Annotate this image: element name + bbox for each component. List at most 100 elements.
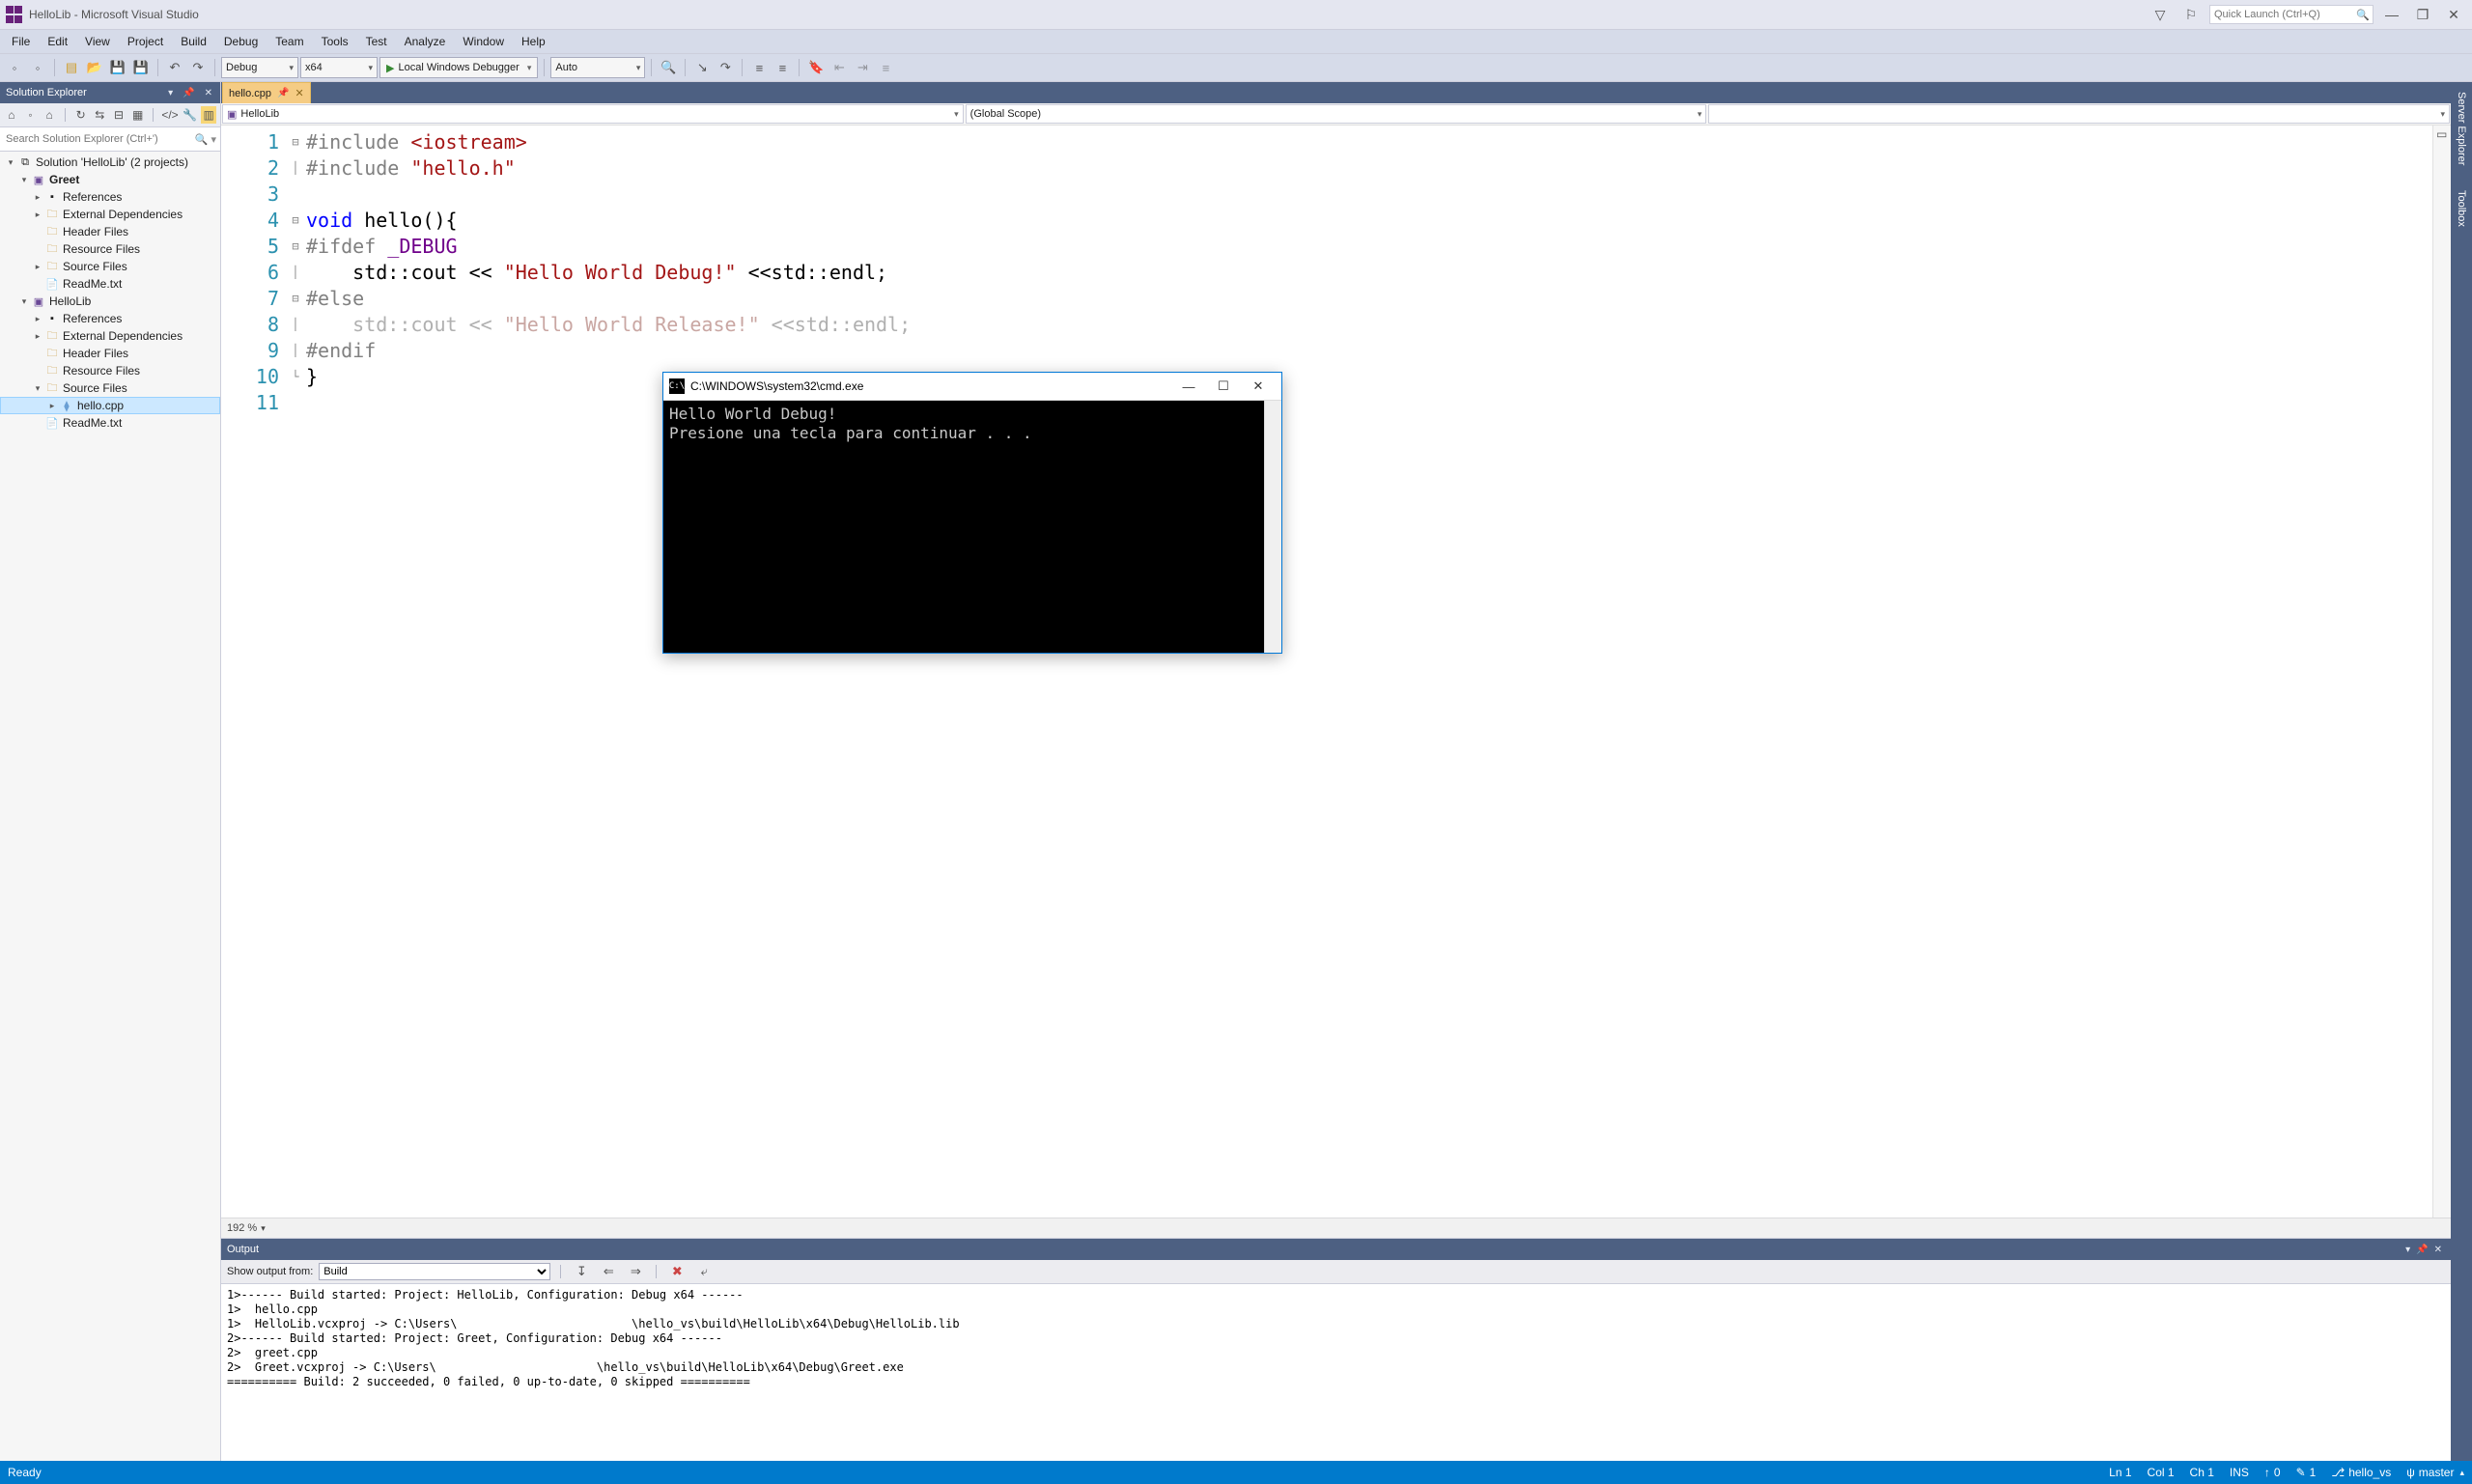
tree-item-hello-cpp[interactable]: ▸⧫hello.cpp: [0, 397, 220, 414]
properties-icon[interactable]: 🔧: [183, 106, 198, 124]
config-dropdown[interactable]: Debug: [221, 57, 298, 78]
notification-icon[interactable]: ⚐: [2178, 4, 2204, 25]
console-maximize[interactable]: ☐: [1206, 376, 1241, 397]
goto-icon[interactable]: ↧: [571, 1261, 592, 1282]
solution-search[interactable]: 🔍 ▾: [0, 127, 220, 152]
zoom-level[interactable]: 192 %: [227, 1222, 257, 1234]
menu-project[interactable]: Project: [120, 32, 171, 51]
dropdown-icon[interactable]: ▾: [166, 88, 175, 98]
quick-launch[interactable]: ▽ ⚐ 🔍: [2148, 4, 2374, 25]
console-body[interactable]: Hello World Debug! Presione una tecla pa…: [663, 401, 1264, 653]
tree-item-source-files[interactable]: ▾🗀Source Files: [0, 379, 220, 397]
nav-member-dropdown[interactable]: [1708, 104, 2450, 124]
solution-search-input[interactable]: [4, 132, 195, 146]
fold-column[interactable]: ⊟│⊟⊟│⊟││└: [287, 126, 304, 1218]
pin-icon[interactable]: 📌: [277, 88, 289, 98]
start-debugger-button[interactable]: ▶ Local Windows Debugger ▾: [379, 57, 538, 78]
close-button[interactable]: ✕: [2441, 4, 2466, 25]
home-icon[interactable]: ⌂: [4, 106, 19, 124]
console-minimize[interactable]: —: [1171, 376, 1206, 397]
tree-item[interactable]: 📄ReadMe.txt: [0, 275, 220, 293]
console-window[interactable]: C:\ C:\WINDOWS\system32\cmd.exe — ☐ ✕ He…: [662, 372, 1282, 654]
indent-right-icon[interactable]: ⇥: [852, 57, 873, 78]
tree-item[interactable]: 📄ReadMe.txt: [0, 414, 220, 432]
solution-node[interactable]: ▾⧉Solution 'HelloLib' (2 projects): [0, 154, 220, 171]
menu-team[interactable]: Team: [267, 32, 311, 51]
refresh-icon[interactable]: ⇆: [93, 106, 108, 124]
tab-server-explorer[interactable]: Server Explorer: [2454, 88, 2469, 169]
collapse-icon[interactable]: ⊟: [111, 106, 126, 124]
menu-analyze[interactable]: Analyze: [397, 32, 454, 51]
console-scrollbar[interactable]: [1264, 401, 1281, 653]
status-up[interactable]: ↑0: [2264, 1466, 2281, 1479]
tree-item[interactable]: 🗀Resource Files: [0, 240, 220, 258]
status-repo[interactable]: ⎇hello_vs: [2331, 1466, 2391, 1479]
clear-output-icon[interactable]: ✖: [666, 1261, 688, 1282]
quick-launch-input[interactable]: [2209, 5, 2374, 24]
menu-tools[interactable]: Tools: [314, 32, 356, 51]
output-text[interactable]: 1>------ Build started: Project: HelloLi…: [221, 1284, 2451, 1461]
back-icon[interactable]: ◦: [23, 106, 39, 124]
redo-icon[interactable]: ↷: [187, 57, 209, 78]
show-all-icon[interactable]: ▦: [130, 106, 146, 124]
status-down[interactable]: ✎1: [2296, 1466, 2317, 1479]
prev-icon[interactable]: ⇐: [598, 1261, 619, 1282]
tab-hello-cpp[interactable]: hello.cpp 📌 ✕: [222, 82, 311, 103]
code-editor[interactable]: 123 456 789 1011 ⊟│⊟⊟│⊟││└ #include <ios…: [221, 126, 2451, 1218]
menu-edit[interactable]: Edit: [40, 32, 75, 51]
format-icon[interactable]: ≡: [875, 57, 896, 78]
indent-left-icon[interactable]: ⇤: [829, 57, 850, 78]
search-icon[interactable]: 🔍 ▾: [195, 133, 216, 146]
menu-help[interactable]: Help: [514, 32, 553, 51]
step-over-icon[interactable]: ↷: [715, 57, 736, 78]
tree-item[interactable]: ▸🗀External Dependencies: [0, 206, 220, 223]
close-tab-icon[interactable]: ✕: [295, 87, 304, 99]
show-output-from-dropdown[interactable]: Build: [319, 1263, 550, 1280]
solution-tree[interactable]: ▾⧉Solution 'HelloLib' (2 projects) ▾▣Gre…: [0, 152, 220, 1461]
status-branch[interactable]: ψmaster▴: [2406, 1466, 2464, 1479]
nav-scope-dropdown[interactable]: (Global Scope): [966, 104, 1707, 124]
pin-icon[interactable]: 📌: [181, 88, 196, 98]
platform-dropdown[interactable]: x64: [300, 57, 378, 78]
next-icon[interactable]: ⇒: [625, 1261, 646, 1282]
save-all-icon[interactable]: 💾: [130, 57, 152, 78]
project-greet[interactable]: ▾▣Greet: [0, 171, 220, 188]
dropdown-icon[interactable]: ▾: [2402, 1245, 2413, 1255]
menu-window[interactable]: Window: [455, 32, 512, 51]
new-icon[interactable]: ▤: [61, 57, 82, 78]
tree-item[interactable]: ▸▪References: [0, 310, 220, 327]
fwd-icon[interactable]: ⌂: [42, 106, 57, 124]
close-icon[interactable]: ✕: [203, 88, 214, 98]
uncomment-icon[interactable]: ≡: [772, 57, 793, 78]
tab-toolbox[interactable]: Toolbox: [2454, 186, 2469, 231]
close-icon[interactable]: ✕: [2431, 1245, 2445, 1255]
open-icon[interactable]: 📂: [84, 57, 105, 78]
project-hellolib[interactable]: ▾▣HelloLib: [0, 293, 220, 310]
editor-scroll-rail[interactable]: ▭: [2432, 126, 2451, 1218]
nav-project-dropdown[interactable]: ▣HelloLib: [222, 104, 964, 124]
auto-dropdown[interactable]: Auto: [550, 57, 645, 78]
menu-build[interactable]: Build: [173, 32, 214, 51]
code-icon[interactable]: </>: [161, 106, 178, 124]
tree-item[interactable]: ▸🗀External Dependencies: [0, 327, 220, 345]
search-icon[interactable]: 🔍: [2356, 9, 2370, 21]
menu-view[interactable]: View: [77, 32, 118, 51]
tree-item[interactable]: ▸▪References: [0, 188, 220, 206]
step-into-icon[interactable]: ↘: [691, 57, 713, 78]
tree-item[interactable]: 🗀Header Files: [0, 345, 220, 362]
bookmark-icon[interactable]: 🔖: [805, 57, 827, 78]
undo-icon[interactable]: ↶: [164, 57, 185, 78]
solution-explorer-title[interactable]: Solution Explorer ▾ 📌 ✕: [0, 82, 220, 103]
feedback-icon[interactable]: ▽: [2148, 4, 2173, 25]
console-close[interactable]: ✕: [1241, 376, 1276, 397]
code-area[interactable]: #include <iostream> #include "hello.h" v…: [304, 126, 2432, 1218]
find-icon[interactable]: 🔍: [658, 57, 679, 78]
preview-icon[interactable]: ▥: [201, 106, 216, 124]
pin-icon[interactable]: 📌: [2413, 1245, 2430, 1255]
tree-item[interactable]: 🗀Resource Files: [0, 362, 220, 379]
tree-item[interactable]: 🗀Header Files: [0, 223, 220, 240]
output-title[interactable]: Output ▾ 📌 ✕: [221, 1239, 2451, 1260]
menu-debug[interactable]: Debug: [216, 32, 266, 51]
menu-file[interactable]: File: [4, 32, 38, 51]
tree-item[interactable]: ▸🗀Source Files: [0, 258, 220, 275]
